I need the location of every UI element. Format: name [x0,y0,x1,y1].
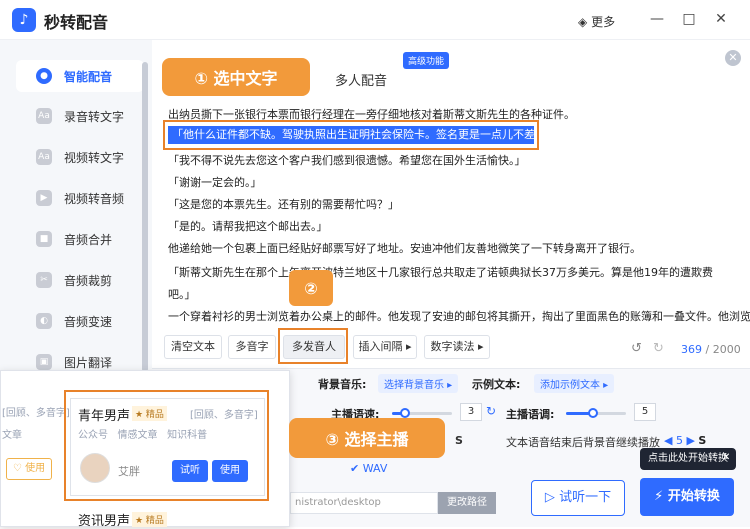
redo-icon[interactable]: ↻ [653,341,664,356]
tooltip-close-icon[interactable]: ✕ [722,452,730,463]
pitch-label: 主播语调: [506,408,555,421]
text-line[interactable]: 「我不得不说先去您这个客户我们感到很遗憾。希望您在国外生活愉快。」 [168,152,526,168]
insert-pause-button[interactable]: 插入间隔 ▸ [353,335,417,359]
minimize-icon[interactable]: — [648,11,666,27]
sidebar-scrollbar[interactable] [142,62,148,372]
sidebar-item-audio-speed[interactable]: ◐ 音频变速 [16,305,144,337]
bgm-continue-label: 文本语音结束后背景音继续播放 [506,436,660,449]
app-logo-icon: ♪ [12,8,36,32]
bgm-label: 背景音乐: [318,378,367,391]
callout-step-1: ① 选中文字 [162,58,310,96]
speed-icon: ◐ [36,313,52,329]
try-listen-button[interactable]: ▷ 试听一下 [531,480,625,516]
heart-icon: ♡ [12,463,22,474]
char-counter: 369 / 2000 [681,343,741,356]
layers-icon: ◈ [578,15,588,29]
app-title: 秒转配音 [44,13,109,32]
close-panel-icon[interactable]: ✕ [725,50,741,66]
pitch-value[interactable]: 5 [634,403,656,421]
text-line[interactable]: 「是的。请帮我把这个邮出去。」 [168,218,328,234]
start-convert-button[interactable]: ⚡ 开始转换 [640,478,734,516]
more-menu[interactable]: ◈ 更多 [578,13,615,30]
text-line[interactable]: 「这是您的本票先生。还有别的需要帮忙吗？」 [168,196,399,212]
undo-icon[interactable]: ↺ [631,341,642,356]
video-audio-icon: ▶ [36,190,52,206]
check-circle-icon: ✔ [350,462,360,475]
audio-text-icon: Aa [36,108,52,124]
text-line[interactable]: 吧。」 [168,286,196,302]
merge-icon: ■ [36,231,52,247]
selection-highlight [163,120,539,150]
pitch-slider[interactable] [566,408,626,418]
sidebar-item-record-to-text[interactable]: Aa 录音转文字 [16,100,144,132]
bgm-button[interactable]: 选择背景音乐 ▸ [378,374,459,393]
side-voice-cat: 文章 [2,430,22,441]
convert-icon: ⚡ [654,489,664,504]
image-translate-icon: ▣ [36,354,52,370]
sidebar-item-audio-cut[interactable]: ✂ 音频裁剪 [16,264,144,296]
advanced-badge: 高级功能 [403,52,450,69]
title-bar: ♪ 秒转配音 ◈ 更多 — □ ✕ [0,0,750,40]
clear-text-button[interactable]: 清空文本 [164,335,222,359]
sample-label: 示例文本: [472,378,521,391]
side-voice-extra: [回顾、多音字] [2,408,70,419]
side-use-button[interactable]: ♡ 使用 [6,458,52,480]
speed-slider[interactable] [392,408,452,418]
mic-icon: ● [36,68,52,84]
play-icon: ▷ [544,490,555,505]
next-voice-name: 资讯男声 [78,514,131,529]
text-line[interactable]: 「斯蒂文斯先生在那个上午离开波特兰地区十几家银行总共取走了诺顿典狱长37万多美元… [168,264,713,280]
refresh-icon[interactable]: ↻ [486,404,496,418]
sample-button[interactable]: 添加示例文本 ▸ [534,374,615,393]
polyphone-button[interactable]: 多音字 [228,335,276,359]
change-path-button[interactable]: 更改路径 [438,492,496,514]
video-text-icon: Aa [36,149,52,165]
tab-multi-speaker[interactable]: 多人配音 [335,70,387,98]
format-wav-radio[interactable]: ✔ WAV [350,462,387,475]
sidebar-item-video-to-text[interactable]: Aa 视频转文字 [16,141,144,173]
output-path-field[interactable]: nistrator\desktop [290,492,438,514]
callout-step-3: ③ 选择主播 [289,418,445,458]
voice-card-highlight [64,390,269,501]
sidebar-item-video-to-audio[interactable]: ▶ 视频转音频 [16,182,144,214]
text-line[interactable]: 「谢谢一定会的。」 [168,174,262,190]
close-window-icon[interactable]: ✕ [712,11,730,27]
maximize-icon[interactable]: □ [680,11,698,27]
speed-value[interactable]: 3 [460,403,482,421]
continue-stepper[interactable]: ◀ 5 ▶ S [664,434,706,447]
text-line[interactable]: 他递给她一个包裹上面已经贴好邮票写好了地址。安迪冲他们友善地微笑了一下转身离开了… [168,240,641,256]
digit-read-button[interactable]: 数字读法 ▸ [424,335,490,359]
multi-speaker-highlight [278,328,348,364]
scissors-icon: ✂ [36,272,52,288]
s-label: S [455,434,463,447]
callout-step-2: ② [289,270,333,306]
text-line[interactable]: 一个穿着衬衫的男士浏览着办公桌上的邮件。他发现了安迪的邮包将其撕开，掏出了里面黑… [168,308,750,324]
sidebar-item-smart-dub[interactable]: ● 智能配音 [16,60,144,92]
sidebar-item-audio-merge[interactable]: ■ 音频合并 [16,223,144,255]
premium-badge: ★ 精品 [132,512,167,527]
